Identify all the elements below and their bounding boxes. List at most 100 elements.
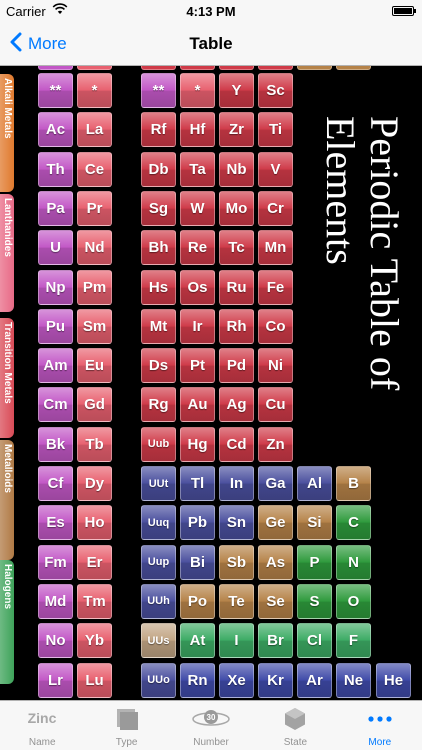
element-cell-ni[interactable]: Ni: [258, 348, 293, 384]
element-cell-se[interactable]: Se: [258, 583, 293, 619]
element-cell-ce[interactable]: Ce: [77, 151, 112, 187]
tab-more[interactable]: More: [338, 701, 422, 750]
element-cell-he[interactable]: He: [376, 662, 411, 698]
element-cell-th[interactable]: Th: [38, 151, 73, 187]
element-cell-ds[interactable]: Ds: [141, 348, 176, 384]
element-cell-s[interactable]: S: [297, 583, 332, 619]
tab-name[interactable]: Zinc Name: [0, 701, 84, 750]
element-cell-bk[interactable]: Bk: [38, 426, 73, 462]
element-cell-yb[interactable]: Yb: [77, 623, 112, 659]
element-cell-zr[interactable]: Zr: [219, 112, 254, 148]
element-cell-pb[interactable]: Pb: [180, 505, 215, 541]
element-cell-sm[interactable]: Sm: [77, 308, 112, 344]
element-cell-mo[interactable]: Mo: [219, 190, 254, 226]
element-cell-ti[interactable]: Ti: [258, 112, 293, 148]
element-cell-er[interactable]: Er: [77, 544, 112, 580]
element-cell-sg[interactable]: Sg: [141, 190, 176, 226]
element-cell-as[interactable]: As: [258, 544, 293, 580]
element-cell-au[interactable]: Au: [180, 387, 215, 423]
element-cell-starstar[interactable]: **: [38, 73, 73, 108]
element-cell-hs[interactable]: Hs: [141, 269, 176, 305]
element-cell-cd[interactable]: Cd: [219, 426, 254, 462]
element-cell-sb[interactable]: Sb: [219, 544, 254, 580]
element-cell-dy[interactable]: Dy: [77, 466, 112, 501]
element-cell-uut[interactable]: UUt: [141, 466, 176, 501]
element-cell-pa[interactable]: Pa: [38, 190, 73, 226]
element-cell-at[interactable]: At: [180, 623, 215, 659]
element-cell-sc[interactable]: Sc: [258, 73, 293, 108]
side-tab-halogens[interactable]: Halogens: [0, 560, 14, 684]
element-cell-tl[interactable]: Tl: [180, 466, 215, 501]
element-cell-rf[interactable]: Rf: [141, 112, 176, 148]
element-cell-uus[interactable]: UUs: [141, 623, 176, 659]
side-tab-lanthanides[interactable]: Lanthanides: [0, 194, 14, 312]
side-tab-alkali-metals[interactable]: Alkali Metals: [0, 74, 14, 192]
element-cell-uup[interactable]: Uup: [141, 544, 176, 580]
element-cell-cm[interactable]: Cm: [38, 387, 73, 423]
element-cell-hf[interactable]: Hf: [180, 112, 215, 148]
element-cell-sn[interactable]: Sn: [219, 505, 254, 541]
element-cell-am[interactable]: Am: [38, 348, 73, 384]
element-cell-w[interactable]: W: [180, 190, 215, 226]
element-cell-uub[interactable]: Uub: [141, 426, 176, 462]
element-cell-pm[interactable]: Pm: [77, 269, 112, 305]
element-cell-n[interactable]: N: [336, 544, 371, 580]
tab-state[interactable]: State: [253, 701, 337, 750]
element-cell-ac[interactable]: Ac: [38, 112, 73, 148]
element-cell-al[interactable]: Al: [297, 466, 332, 501]
element-cell-lu[interactable]: Lu: [77, 662, 112, 698]
element-cell-mn[interactable]: Mn: [258, 230, 293, 266]
element-cell-ta[interactable]: Ta: [180, 151, 215, 187]
element-cell-in[interactable]: In: [219, 466, 254, 501]
element-cell-cr[interactable]: Cr: [258, 190, 293, 226]
element-cell-md[interactable]: Md: [38, 583, 73, 619]
element-cell-star[interactable]: *: [180, 73, 215, 108]
element-cell-fe[interactable]: Fe: [258, 269, 293, 305]
element-cell-la[interactable]: La: [77, 112, 112, 148]
element-cell-i[interactable]: I: [219, 623, 254, 659]
element-cell-pt[interactable]: Pt: [180, 348, 215, 384]
element-cell-rn[interactable]: Rn: [180, 662, 215, 698]
element-cell-star[interactable]: *: [77, 73, 112, 108]
element-cell-rh[interactable]: Rh: [219, 308, 254, 344]
element-cell-ga[interactable]: Ga: [258, 466, 293, 501]
element-cell-c[interactable]: C: [336, 505, 371, 541]
element-cell-xe[interactable]: Xe: [219, 662, 254, 698]
element-cell-ir[interactable]: Ir: [180, 308, 215, 344]
element-cell-lr[interactable]: Lr: [38, 662, 73, 698]
element-cell-b[interactable]: B: [336, 466, 371, 501]
element-cell-v[interactable]: V: [258, 151, 293, 187]
element-cell-ag[interactable]: Ag: [219, 387, 254, 423]
tab-number[interactable]: 30 Number: [169, 701, 253, 750]
element-cell-o[interactable]: O: [336, 583, 371, 619]
element-cell-uuh[interactable]: UUh: [141, 583, 176, 619]
element-cell-f[interactable]: F: [336, 623, 371, 659]
element-cell-p[interactable]: P: [297, 544, 332, 580]
element-cell-kr[interactable]: Kr: [258, 662, 293, 698]
element-cell-nb[interactable]: Nb: [219, 151, 254, 187]
tab-type[interactable]: Type: [84, 701, 168, 750]
element-cell-cu[interactable]: Cu: [258, 387, 293, 423]
element-cell-db[interactable]: Db: [141, 151, 176, 187]
side-tab-metalloids[interactable]: Metalloids: [0, 440, 14, 560]
element-cell-gd[interactable]: Gd: [77, 387, 112, 423]
element-cell-hg[interactable]: Hg: [180, 426, 215, 462]
element-cell-tc[interactable]: Tc: [219, 230, 254, 266]
element-cell-cl[interactable]: Cl: [297, 623, 332, 659]
element-cell-co[interactable]: Co: [258, 308, 293, 344]
element-cell-y[interactable]: Y: [219, 73, 254, 108]
element-cell-ru[interactable]: Ru: [219, 269, 254, 305]
element-cell-no[interactable]: No: [38, 623, 73, 659]
element-cell-fm[interactable]: Fm: [38, 544, 73, 580]
element-cell-pr[interactable]: Pr: [77, 190, 112, 226]
element-cell-ne[interactable]: Ne: [336, 662, 371, 698]
element-cell-pd[interactable]: Pd: [219, 348, 254, 384]
element-cell-si[interactable]: Si: [297, 505, 332, 541]
element-cell-nd[interactable]: Nd: [77, 230, 112, 266]
element-cell-bh[interactable]: Bh: [141, 230, 176, 266]
element-cell-u[interactable]: U: [38, 230, 73, 266]
element-cell-re[interactable]: Re: [180, 230, 215, 266]
element-cell-br[interactable]: Br: [258, 623, 293, 659]
element-cell-te[interactable]: Te: [219, 583, 254, 619]
element-cell-np[interactable]: Np: [38, 269, 73, 305]
